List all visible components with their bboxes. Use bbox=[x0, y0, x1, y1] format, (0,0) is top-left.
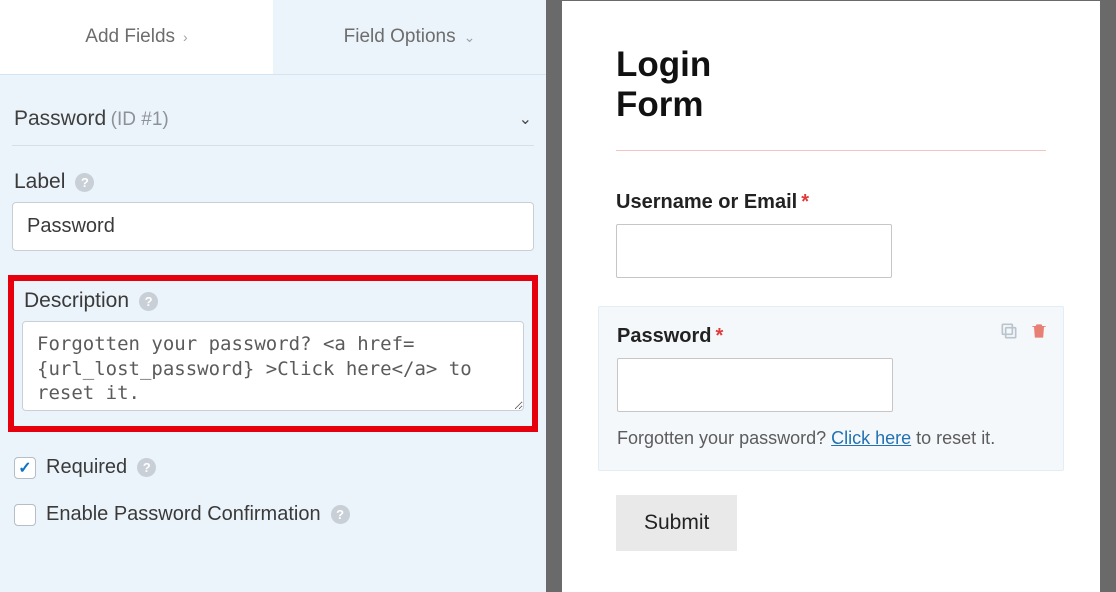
required-label: Required bbox=[46, 456, 127, 479]
help-icon[interactable]: ? bbox=[137, 458, 156, 477]
builder-sidebar: Add Fields › Field Options ⌄ Password (I… bbox=[0, 0, 546, 592]
tab-add-fields-label: Add Fields bbox=[85, 26, 175, 48]
reset-password-link[interactable]: Click here bbox=[831, 428, 911, 448]
chevron-right-icon: › bbox=[183, 29, 188, 45]
chevron-down-icon: ⌄ bbox=[519, 109, 532, 129]
field-name: Password bbox=[14, 107, 106, 130]
tab-field-options-label: Field Options bbox=[344, 26, 456, 48]
username-input[interactable] bbox=[616, 224, 892, 278]
form-preview: Login Form Username or Email* Password* bbox=[562, 0, 1116, 592]
enable-confirmation-label: Enable Password Confirmation bbox=[46, 503, 321, 526]
form-title: Login Form bbox=[616, 45, 736, 126]
help-icon[interactable]: ? bbox=[139, 292, 158, 311]
desc-prefix: Forgotten your password? bbox=[617, 428, 831, 448]
tab-field-options[interactable]: Field Options ⌄ bbox=[273, 0, 546, 74]
field-header-toggle[interactable]: Password (ID #1) ⌄ bbox=[12, 107, 534, 146]
help-icon[interactable]: ? bbox=[75, 173, 94, 192]
password-input[interactable] bbox=[617, 358, 893, 412]
trash-icon[interactable] bbox=[1029, 321, 1049, 341]
field-id: (ID #1) bbox=[111, 109, 169, 130]
username-label: Username or Email bbox=[616, 191, 797, 213]
password-description: Forgotten your password? Click here to r… bbox=[617, 426, 1045, 450]
duplicate-icon[interactable] bbox=[999, 321, 1019, 341]
label-input[interactable] bbox=[12, 202, 534, 251]
enable-confirmation-checkbox[interactable] bbox=[14, 504, 36, 526]
panel-divider bbox=[546, 0, 562, 592]
submit-button[interactable]: Submit bbox=[616, 495, 737, 551]
tab-add-fields[interactable]: Add Fields › bbox=[0, 0, 273, 74]
password-label: Password bbox=[617, 325, 711, 347]
title-divider bbox=[616, 150, 1046, 151]
required-checkbox[interactable] bbox=[14, 457, 36, 479]
desc-suffix: to reset it. bbox=[911, 428, 995, 448]
required-asterisk: * bbox=[715, 325, 723, 347]
field-options-panel: Password (ID #1) ⌄ Label ? Description ?… bbox=[0, 75, 546, 526]
description-heading: Description bbox=[24, 289, 129, 313]
required-asterisk: * bbox=[801, 191, 809, 213]
label-heading: Label bbox=[14, 170, 65, 194]
sidebar-tabs: Add Fields › Field Options ⌄ bbox=[0, 0, 546, 75]
chevron-down-icon: ⌄ bbox=[464, 29, 476, 46]
description-highlight: Description ? bbox=[8, 275, 538, 432]
preview-username-field[interactable]: Username or Email* bbox=[616, 191, 1046, 278]
description-textarea[interactable] bbox=[22, 321, 524, 411]
help-icon[interactable]: ? bbox=[331, 505, 350, 524]
preview-password-field[interactable]: Password* Forgotten your password? Click… bbox=[598, 306, 1064, 471]
